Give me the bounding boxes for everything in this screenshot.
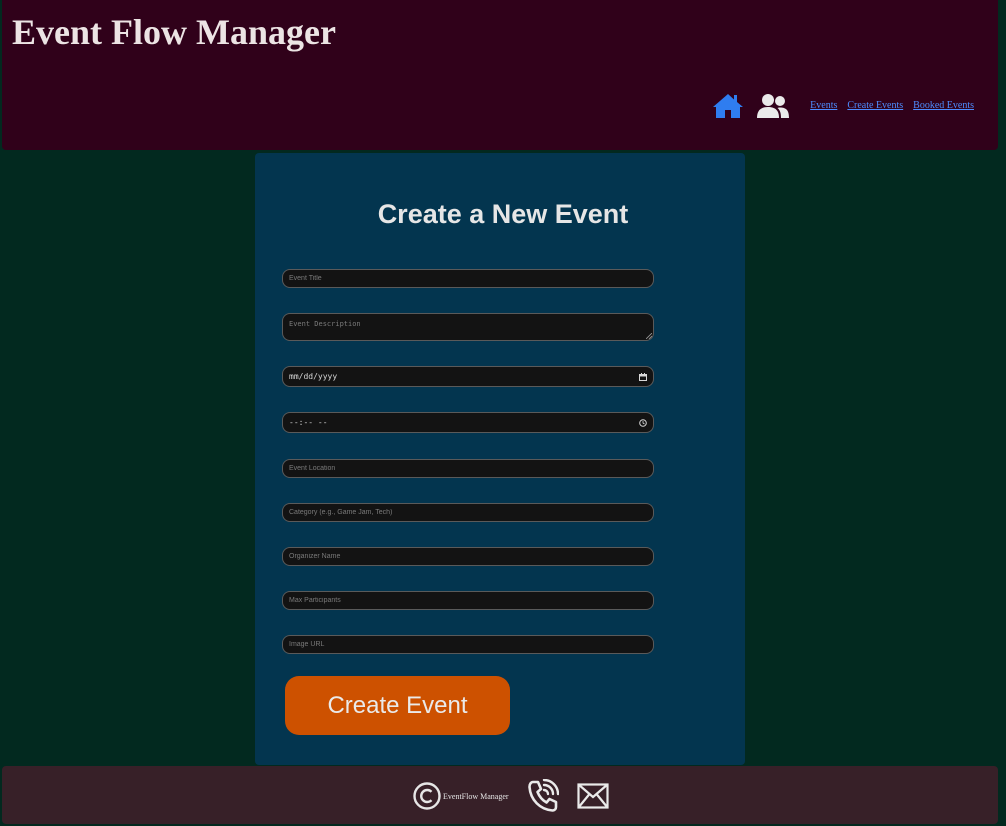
main-nav: Events Create Events Booked Events	[712, 92, 974, 120]
event-date-input[interactable]: mm/dd/yyyy	[282, 366, 654, 387]
copyright-icon	[413, 782, 441, 810]
create-event-button[interactable]: Create Event	[285, 676, 510, 735]
nav-link-booked-events[interactable]: Booked Events	[913, 99, 974, 113]
form-title: Create a New Event	[377, 199, 629, 229]
calendar-icon[interactable]	[639, 372, 647, 381]
resize-grip-icon[interactable]	[646, 333, 652, 339]
category-input[interactable]	[282, 503, 654, 522]
nav-link-events[interactable]: Events	[810, 99, 837, 113]
date-value: mm/dd/yyyy	[289, 372, 338, 381]
users-icon[interactable]	[756, 92, 790, 120]
mail-icon[interactable]	[576, 783, 609, 809]
site-header: Event Flow Manager Events Create Events …	[2, 0, 998, 150]
max-participants-input[interactable]	[282, 591, 654, 610]
home-icon[interactable]	[712, 92, 744, 120]
event-description-wrapper	[282, 313, 654, 341]
copyright-text: EventFlow Manager	[443, 791, 509, 801]
event-time-input[interactable]: --:-- --	[282, 412, 654, 433]
phone-icon[interactable]	[527, 779, 559, 813]
organizer-name-input[interactable]	[282, 547, 654, 566]
copyright: EventFlow Manager	[412, 781, 509, 811]
footer-content: EventFlow Manager	[412, 779, 609, 813]
site-title: Event Flow Manager	[12, 12, 336, 52]
time-value: --:-- --	[289, 418, 328, 427]
image-url-input[interactable]	[282, 635, 654, 654]
event-description-input[interactable]	[282, 313, 654, 341]
clock-icon[interactable]	[639, 418, 647, 427]
nav-link-create-events[interactable]: Create Events	[847, 99, 903, 113]
event-title-input[interactable]	[282, 269, 654, 288]
event-location-input[interactable]	[282, 459, 654, 478]
site-footer: EventFlow Manager	[2, 766, 998, 824]
